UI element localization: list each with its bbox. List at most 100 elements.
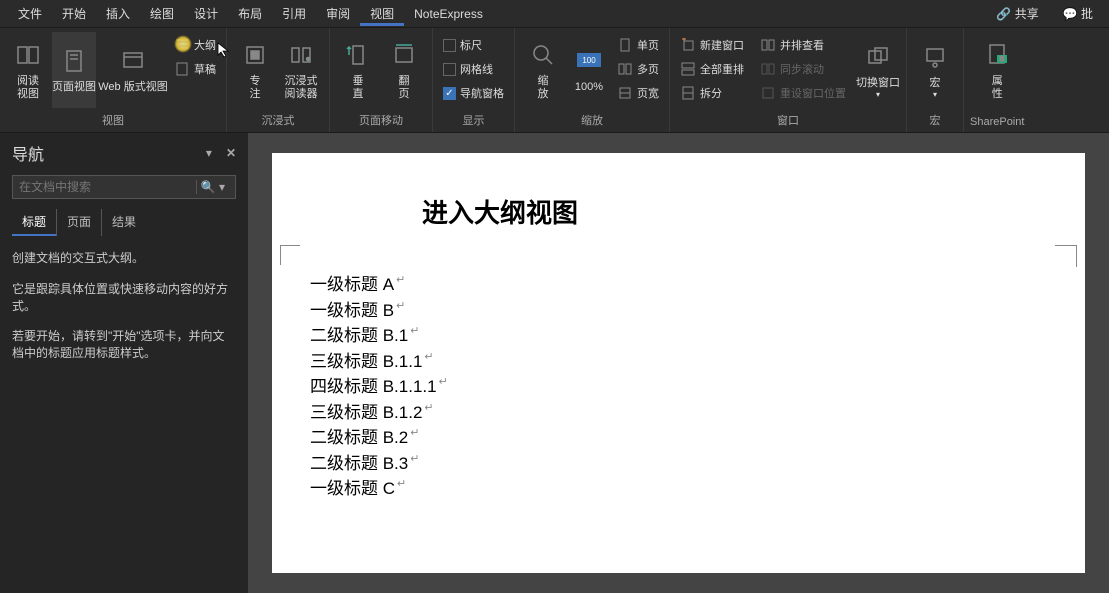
share-button[interactable]: 🔗 共享	[988, 2, 1046, 25]
side-to-side-label: 翻 页	[399, 75, 410, 101]
menu-design[interactable]: 设计	[184, 1, 228, 26]
read-mode-button[interactable]: 阅读 视图	[6, 32, 50, 108]
svg-text:S: S	[1000, 56, 1005, 63]
zoom-100-button[interactable]: 100 100%	[567, 32, 611, 108]
menu-home[interactable]: 开始	[52, 1, 96, 26]
side-by-side-button[interactable]: 并排查看	[756, 34, 828, 56]
new-window-label: 新建窗口	[700, 37, 744, 53]
web-layout-icon	[117, 45, 149, 77]
checkbox-icon	[443, 63, 456, 76]
ribbon-group-show: 标尺 网格线 ✓ 导航窗格 显示	[433, 28, 515, 132]
share-label: 共享	[1015, 7, 1039, 21]
chevron-down-icon: ▾	[933, 90, 937, 100]
new-window-button[interactable]: 新建窗口	[676, 34, 748, 56]
heading-line[interactable]: 一级标题 B	[310, 298, 1025, 324]
macros-group-label: 宏	[930, 110, 941, 130]
views-group-label: 视图	[102, 110, 124, 130]
nav-tab-headings[interactable]: 标题	[12, 209, 57, 236]
split-button[interactable]: 拆分	[676, 82, 726, 104]
outline-label: 大纲	[194, 37, 216, 53]
document-headings[interactable]: 一级标题 A 一级标题 B 二级标题 B.1 三级标题 B.1.1 四级标题 B…	[310, 272, 1025, 502]
nav-dropdown-icon[interactable]: ▾	[206, 146, 212, 160]
navigation-pane: 导航 ▾ ✕ 🔍 ▾ 标题 页面 结果 创建文档的交互式大纲。 它是跟踪具体位置…	[0, 133, 248, 593]
nav-tab-pages[interactable]: 页面	[57, 209, 102, 236]
menu-view[interactable]: 视图	[360, 1, 404, 26]
heading-line[interactable]: 一级标题 C	[310, 476, 1025, 502]
immersive-group-label: 沉浸式	[262, 110, 295, 130]
macros-label: 宏	[930, 77, 941, 90]
draft-icon	[174, 61, 190, 77]
show-group-label: 显示	[463, 110, 485, 130]
menu-draw[interactable]: 绘图	[140, 1, 184, 26]
menu-references[interactable]: 引用	[272, 1, 316, 26]
draft-button[interactable]: 草稿	[170, 58, 220, 80]
menu-noteexpress[interactable]: NoteExpress	[404, 3, 493, 25]
heading-line[interactable]: 二级标题 B.3	[310, 451, 1025, 477]
switch-windows-icon	[862, 41, 894, 73]
macros-button[interactable]: 宏 ▾	[913, 32, 957, 108]
checkbox-checked-icon: ✓	[443, 87, 456, 100]
focus-icon	[239, 39, 271, 71]
one-page-icon	[617, 37, 633, 53]
menu-insert[interactable]: 插入	[96, 1, 140, 26]
heading-line[interactable]: 二级标题 B.2	[310, 425, 1025, 451]
heading-line[interactable]: 二级标题 B.1	[310, 323, 1025, 349]
outline-button[interactable]: 大纲	[170, 34, 220, 56]
vertical-button[interactable]: 垂 直	[336, 32, 380, 108]
page-width-button[interactable]: 页宽	[613, 82, 663, 104]
multi-page-button[interactable]: 多页	[613, 58, 663, 80]
arrange-all-icon	[680, 61, 696, 77]
ribbon-group-macros: 宏 ▾ 宏	[907, 28, 964, 132]
zoom-icon	[527, 39, 559, 71]
properties-button[interactable]: S 属 性	[975, 32, 1019, 108]
page-width-icon	[617, 85, 633, 101]
immersive-reader-label: 沉浸式 阅读器	[285, 75, 318, 101]
ruler-label: 标尺	[460, 37, 482, 53]
nav-hint-2: 它是跟踪具体位置或快速移动内容的好方式。	[12, 281, 236, 315]
ribbon-group-zoom: 缩 放 100 100% 单页 多页 页宽 缩	[515, 28, 670, 132]
web-layout-button[interactable]: Web 版式视图	[98, 32, 168, 108]
web-layout-label: Web 版式视图	[98, 81, 167, 94]
multi-page-label: 多页	[637, 61, 659, 77]
switch-windows-button[interactable]: 切换窗口 ▾	[856, 32, 900, 108]
arrange-all-button[interactable]: 全部重排	[676, 58, 748, 80]
search-input[interactable]	[19, 180, 196, 194]
heading-line[interactable]: 三级标题 B.1.2	[310, 400, 1025, 426]
menu-layout[interactable]: 布局	[228, 1, 272, 26]
focus-label: 专 注	[250, 75, 261, 101]
one-page-button[interactable]: 单页	[613, 34, 663, 56]
zoom-button[interactable]: 缩 放	[521, 32, 565, 108]
ruler-checkbox[interactable]: 标尺	[439, 34, 486, 56]
side-to-side-icon	[388, 39, 420, 71]
new-window-icon	[680, 37, 696, 53]
nav-search[interactable]: 🔍 ▾	[12, 175, 236, 199]
search-icon[interactable]: 🔍 ▾	[196, 180, 229, 194]
main-area: 导航 ▾ ✕ 🔍 ▾ 标题 页面 结果 创建文档的交互式大纲。 它是跟踪具体位置…	[0, 133, 1109, 593]
print-layout-button[interactable]: 页面视图	[52, 32, 96, 108]
nav-close-icon[interactable]: ✕	[226, 146, 236, 160]
margin-mark-tl	[280, 245, 300, 265]
vertical-icon	[342, 39, 374, 71]
reset-window-icon	[760, 85, 776, 101]
nav-pane-checkbox[interactable]: ✓ 导航窗格	[439, 82, 508, 104]
one-page-label: 单页	[637, 37, 659, 53]
ribbon-group-page-movement: 垂 直 翻 页 页面移动	[330, 28, 433, 132]
gridlines-checkbox[interactable]: 网格线	[439, 58, 497, 80]
heading-line[interactable]: 四级标题 B.1.1.1	[310, 374, 1025, 400]
immersive-reader-button[interactable]: 沉浸式 阅读器	[279, 32, 323, 108]
ribbon-group-window: 新建窗口 全部重排 拆分 并排查看 同步滚动	[670, 28, 907, 132]
comments-button[interactable]: 💬 批	[1055, 2, 1101, 25]
heading-line[interactable]: 三级标题 B.1.1	[310, 349, 1025, 375]
heading-line[interactable]: 一级标题 A	[310, 272, 1025, 298]
menu-review[interactable]: 审阅	[316, 1, 360, 26]
document-page[interactable]: 进入大纲视图 一级标题 A 一级标题 B 二级标题 B.1 三级标题 B.1.1…	[272, 153, 1085, 573]
ribbon-group-views: 阅读 视图 页面视图 Web 版式视图 大纲	[0, 28, 227, 132]
document-area[interactable]: 进入大纲视图 一级标题 A 一级标题 B 二级标题 B.1 三级标题 B.1.1…	[248, 133, 1109, 593]
nav-tab-results[interactable]: 结果	[102, 209, 146, 236]
page-title[interactable]: 进入大纲视图	[422, 193, 1025, 230]
focus-button[interactable]: 专 注	[233, 32, 277, 108]
menu-file[interactable]: 文件	[8, 1, 52, 26]
nav-pane-label: 导航窗格	[460, 85, 504, 101]
side-to-side-button[interactable]: 翻 页	[382, 32, 426, 108]
svg-text:100: 100	[582, 56, 596, 65]
